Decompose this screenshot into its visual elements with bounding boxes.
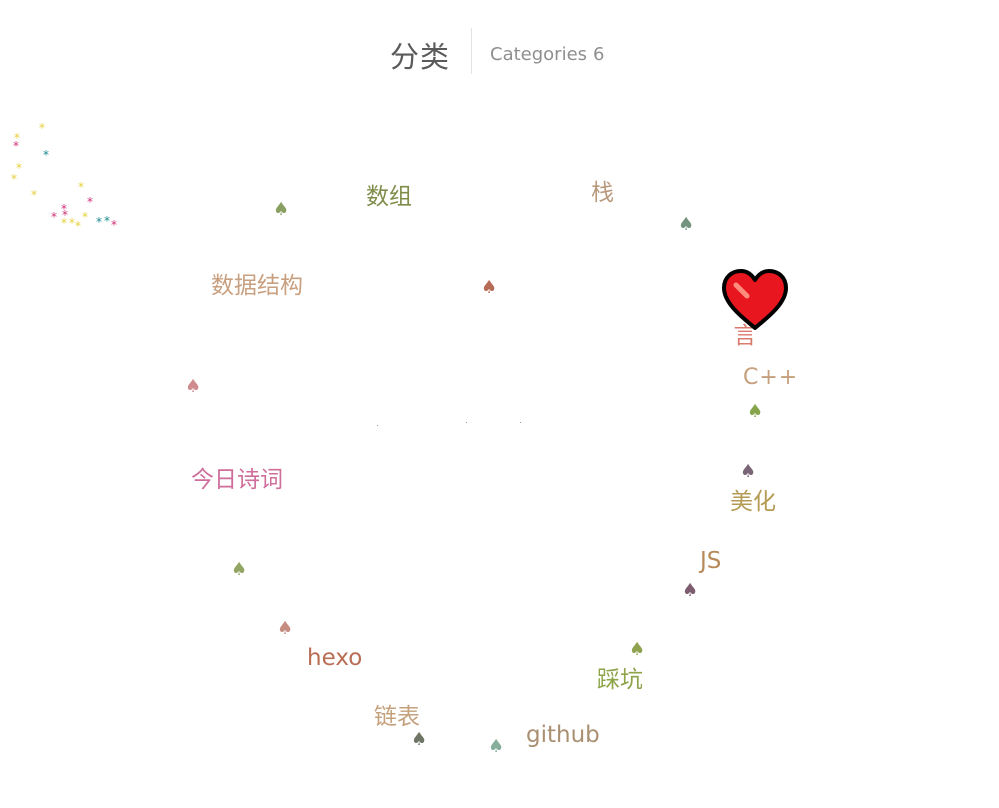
speck bbox=[377, 425, 378, 426]
page-title: 分类 bbox=[390, 40, 451, 74]
category-tag-caikeng[interactable]: 踩坑 bbox=[597, 669, 643, 692]
category-tag-linked-list[interactable]: 链表 bbox=[374, 706, 420, 729]
cursor-star-trail: * * * * * * * * * * * * * * * * * * * bbox=[0, 0, 140, 240]
category-tag-js[interactable]: JS bbox=[700, 550, 721, 573]
star-sparkle-icon: * bbox=[78, 180, 84, 194]
category-cloud-page: 分类 Categories 6 数组 栈 数据结构 一言 C++ 今日诗词 美化 … bbox=[0, 0, 999, 808]
star-sparkle-icon: * bbox=[104, 214, 110, 228]
spade-icon: ♠ bbox=[488, 736, 505, 757]
spade-icon: ♠ bbox=[678, 214, 695, 235]
category-tag-hexo[interactable]: hexo bbox=[307, 647, 362, 670]
spade-icon: ♠ bbox=[682, 580, 699, 601]
star-sparkle-icon: * bbox=[82, 210, 88, 224]
categories-count: 6 bbox=[593, 44, 605, 65]
spade-icon: ♠ bbox=[185, 376, 202, 397]
category-count-label: Categories 6 bbox=[490, 44, 604, 65]
category-tag-zhan[interactable]: 栈 bbox=[591, 182, 614, 205]
spade-icon: ♠ bbox=[411, 729, 428, 750]
speck bbox=[466, 422, 467, 423]
heart-shape bbox=[722, 269, 788, 330]
star-sparkle-icon: * bbox=[11, 172, 17, 186]
spade-icon: ♠ bbox=[273, 199, 290, 220]
speck bbox=[520, 422, 521, 423]
star-sparkle-icon: * bbox=[61, 216, 67, 230]
category-tag-shuzu[interactable]: 数组 bbox=[366, 186, 412, 209]
star-sparkle-icon: * bbox=[51, 210, 57, 224]
page-header: 分类 Categories 6 bbox=[0, 28, 999, 78]
spade-icon: ♠ bbox=[481, 277, 498, 298]
category-tag-beautify[interactable]: 美化 bbox=[730, 491, 776, 514]
star-sparkle-icon: * bbox=[31, 188, 37, 202]
categories-text: Categories bbox=[490, 44, 588, 65]
heart-cursor-icon bbox=[722, 269, 788, 330]
star-sparkle-icon: * bbox=[43, 148, 49, 162]
star-sparkle-icon: * bbox=[39, 121, 45, 135]
spade-icon: ♠ bbox=[629, 639, 646, 660]
spade-icon: ♠ bbox=[277, 618, 294, 639]
category-tag-cpp[interactable]: C++ bbox=[743, 367, 798, 389]
spade-icon: ♠ bbox=[740, 461, 757, 482]
category-tag-poetry[interactable]: 今日诗词 bbox=[191, 469, 283, 492]
spade-icon: ♠ bbox=[747, 401, 764, 422]
star-sparkle-icon: * bbox=[87, 195, 93, 209]
category-tag-github[interactable]: github bbox=[526, 724, 600, 747]
star-sparkle-icon: * bbox=[96, 215, 102, 229]
star-sparkle-icon: * bbox=[111, 218, 117, 232]
star-sparkle-icon: * bbox=[75, 219, 81, 233]
header-divider bbox=[471, 28, 472, 74]
category-tag-data-structure[interactable]: 数据结构 bbox=[211, 275, 303, 298]
spade-icon: ♠ bbox=[231, 559, 248, 580]
star-sparkle-icon: * bbox=[13, 139, 19, 153]
